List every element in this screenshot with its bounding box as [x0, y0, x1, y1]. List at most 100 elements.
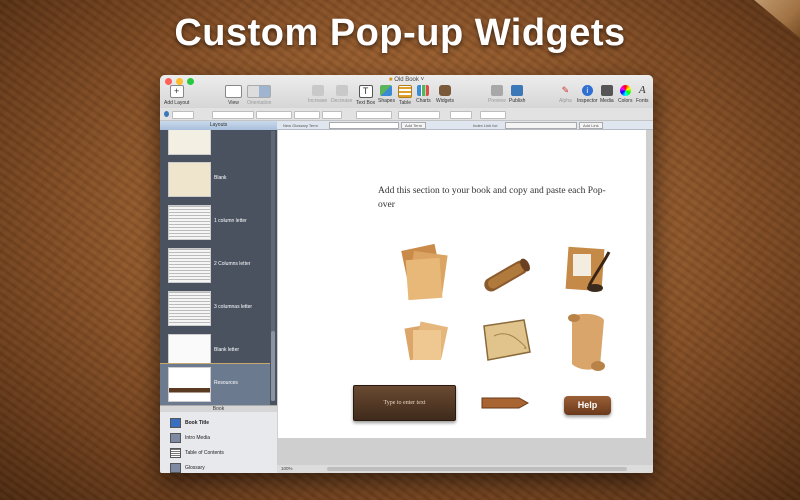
columns-select[interactable]: [480, 111, 506, 119]
add-layout-label: Add Layout: [164, 100, 190, 106]
alignment-buttons[interactable]: [398, 111, 440, 119]
rolled-scroll-widget[interactable]: [478, 254, 534, 298]
book-item-toc[interactable]: Table of Contents: [170, 448, 224, 458]
text-box-button[interactable]: T Text Box: [356, 85, 375, 106]
scrollbar-knob[interactable]: [271, 331, 275, 401]
view-icon: [225, 85, 242, 98]
curled-scroll-widget[interactable]: [564, 310, 612, 374]
alpha-button[interactable]: ✎ Alpha: [559, 85, 572, 104]
book-page[interactable]: Add this section to your book and copy a…: [278, 130, 646, 438]
layout-label: Blank: [214, 175, 227, 181]
layouts-header: Layouts: [160, 121, 277, 130]
help-button[interactable]: Help: [564, 396, 611, 415]
layout-thumbnail: [168, 248, 211, 283]
orientation-button[interactable]: Orientation: [247, 85, 271, 106]
paragraph-style-select[interactable]: [172, 111, 194, 119]
info-icon: i: [581, 85, 593, 96]
font-typeface-select[interactable]: [256, 111, 292, 119]
layouts-sidebar: Layouts Blank 1 column letter 2 Columns …: [160, 121, 277, 473]
plus-icon: +: [169, 85, 184, 98]
canvas-scrollbar[interactable]: [327, 467, 627, 471]
charts-button[interactable]: Charts: [416, 85, 431, 104]
inspector-button[interactable]: i Inspector: [577, 85, 598, 104]
media-button[interactable]: Media: [600, 85, 614, 104]
glossary-icon: [170, 463, 181, 473]
colors-label: Colors: [618, 98, 633, 104]
layout-item-2-columns[interactable]: 2 Columns letter: [160, 245, 270, 288]
colors-button[interactable]: Colors: [618, 85, 632, 104]
line-spacing-select[interactable]: [450, 111, 472, 119]
increase-label: Increase: [308, 98, 328, 104]
layout-thumbnail: [168, 205, 211, 240]
table-label: Table: [399, 100, 411, 106]
quill-letter-widget[interactable]: [559, 244, 611, 296]
title-toolbar: ■ Old Book ˅ + Add Layout View Orientati…: [160, 75, 653, 109]
book-item-title[interactable]: Book Title: [170, 418, 209, 428]
index-link-label: Index Link for:: [473, 123, 499, 128]
layout-thumbnail: [168, 130, 211, 155]
layout-label: 3 columnas letter: [214, 304, 253, 310]
layout-thumbnail: [168, 367, 211, 402]
widgets-button[interactable]: Widgets: [436, 85, 454, 104]
add-layout-button[interactable]: + Add Layout: [164, 85, 189, 106]
text-input-widget[interactable]: Type to enter text: [353, 385, 456, 421]
book-item-glossary[interactable]: Glossary: [170, 463, 205, 473]
font-icon: A: [638, 84, 646, 96]
arrow-sign-widget[interactable]: [481, 396, 529, 410]
text-box-icon: T: [358, 85, 373, 98]
preview-label: Preview: [488, 98, 506, 104]
loose-papers-widget[interactable]: [403, 320, 455, 364]
media-icon: [170, 433, 181, 443]
fonts-button[interactable]: A Fonts: [636, 84, 649, 105]
layout-label: 1 column letter: [214, 218, 247, 224]
add-link-button[interactable]: Add Link: [579, 122, 603, 129]
layout-label: Resources: [214, 380, 238, 386]
layout-label: 2 Columns letter: [214, 261, 251, 267]
layout-item-3-columns[interactable]: 3 columnas letter: [160, 288, 270, 331]
book-item-label: Intro Media: [185, 435, 211, 441]
sidebar-scrollbar[interactable]: [271, 131, 275, 401]
glossary-bar: New Glossary Term Add Term Index Link fo…: [277, 121, 653, 130]
layout-item-top[interactable]: [160, 130, 270, 156]
increase-button[interactable]: Increase: [308, 85, 327, 104]
preview-button[interactable]: Preview: [488, 85, 506, 104]
fonts-label: Fonts: [636, 98, 649, 104]
font-size-select[interactable]: [294, 111, 320, 119]
shapes-icon: [380, 85, 393, 96]
format-style-button[interactable]: [164, 111, 169, 117]
layout-item-blank[interactable]: Blank: [160, 159, 270, 202]
book-item-intro-media[interactable]: Intro Media: [170, 433, 210, 443]
layout-item-resources[interactable]: Resources: [160, 363, 270, 407]
color-wheel-icon: [619, 85, 631, 96]
format-bar: [160, 108, 653, 121]
bold-italic-underline[interactable]: [356, 111, 392, 119]
decrease-button[interactable]: Decrease: [331, 85, 352, 104]
publish-icon: [511, 85, 524, 96]
widgets-label: Widgets: [436, 98, 455, 104]
font-family-select[interactable]: [212, 111, 254, 119]
treasure-map-widget[interactable]: [478, 316, 534, 364]
layout-item-1-column[interactable]: 1 column letter: [160, 202, 270, 245]
preview-icon: [490, 85, 503, 96]
text-color-well[interactable]: [322, 111, 342, 119]
orientation-icon: [247, 85, 272, 98]
new-term-input[interactable]: [329, 122, 399, 129]
book-icon: [170, 418, 181, 428]
page-instruction[interactable]: Add this section to your book and copy a…: [378, 184, 608, 212]
shapes-button[interactable]: Shapes: [378, 85, 395, 104]
parchment-stack-widget[interactable]: [399, 243, 453, 303]
list-icon: [170, 448, 181, 458]
zoom-select[interactable]: 100%: [281, 466, 293, 471]
publish-button[interactable]: Publish: [509, 85, 525, 104]
publish-label: Publish: [509, 98, 526, 104]
alpha-label: Alpha: [559, 98, 572, 104]
index-link-select[interactable]: [505, 122, 577, 129]
widgets-icon: [439, 85, 452, 96]
shapes-label: Shapes: [378, 98, 395, 104]
add-term-button[interactable]: Add Term: [401, 122, 427, 129]
table-button[interactable]: Table: [398, 85, 412, 106]
view-button[interactable]: View: [225, 85, 242, 106]
book-item-label: Table of Contents: [185, 450, 224, 456]
orientation-label: Orientation: [247, 100, 272, 106]
window-title: ■ Old Book ˅: [388, 77, 425, 83]
